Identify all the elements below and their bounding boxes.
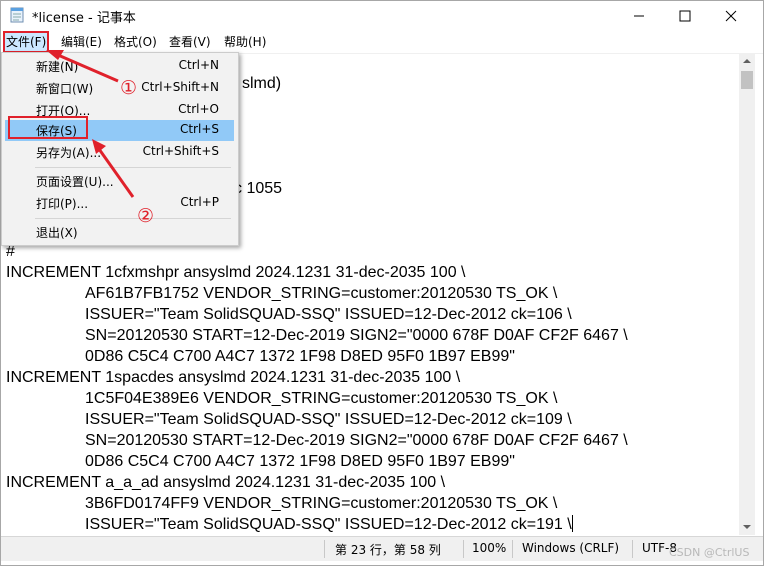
annotation-overlay [46,50,135,198]
arrow-1 [46,50,119,83]
step-2-marker: ② [137,205,155,227]
step-1-marker: ① [120,77,138,99]
arrow-2 [92,139,135,198]
